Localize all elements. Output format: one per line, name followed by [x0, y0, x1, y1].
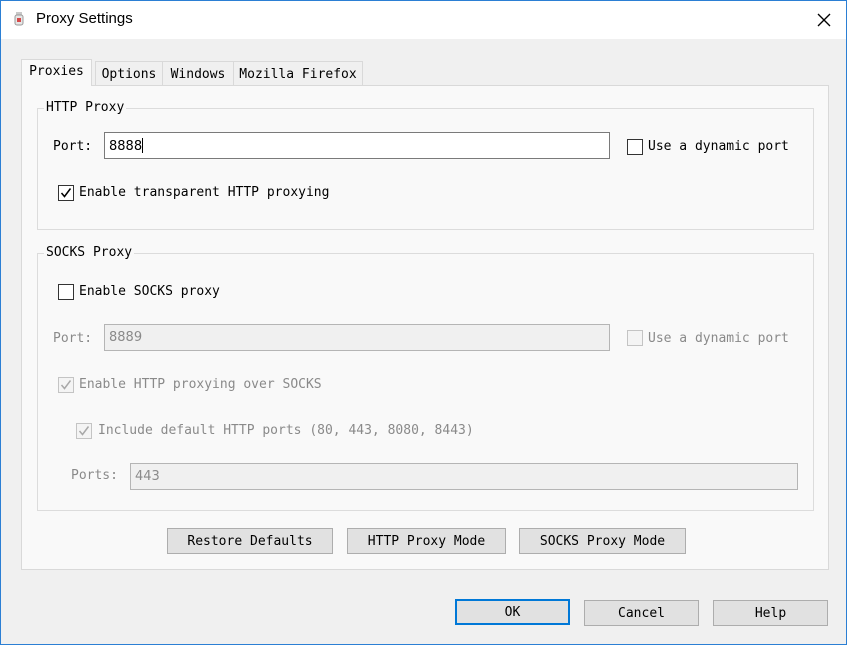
close-icon [817, 13, 831, 27]
tab-proxies[interactable]: Proxies [21, 59, 92, 86]
tab-windows[interactable]: Windows [162, 61, 234, 85]
help-button[interactable]: Help [713, 600, 828, 626]
http-proxy-group-title: HTTP Proxy [44, 100, 127, 115]
socks-dynamic-port-checkbox[interactable] [627, 330, 643, 346]
enable-socks-checkbox[interactable] [58, 284, 74, 300]
http-port-label: Port: [53, 139, 93, 154]
socks-proxy-group: SOCKS Proxy Enable SOCKS proxy Port: 888… [37, 245, 814, 511]
checkmark-icon [60, 380, 72, 390]
include-default-ports-checkbox[interactable] [76, 423, 92, 439]
text-caret [142, 138, 144, 153]
http-dynamic-port-label[interactable]: Use a dynamic port [648, 139, 789, 154]
socks-port-label: Port: [53, 331, 93, 346]
include-default-ports-label[interactable]: Include default HTTP ports (80, 443, 808… [98, 423, 474, 438]
socks-port-value: 8889 [109, 330, 143, 345]
ok-button[interactable]: OK [455, 599, 570, 625]
proxy-settings-window: Proxy Settings Proxies Options Windows M… [0, 0, 847, 645]
http-port-input[interactable]: 8888 [104, 132, 610, 159]
transparent-proxying-checkbox[interactable] [58, 185, 74, 201]
http-dynamic-port-checkbox[interactable] [627, 139, 643, 155]
checkmark-icon [78, 426, 90, 436]
restore-defaults-button[interactable]: Restore Defaults [167, 528, 333, 554]
proxies-tab-panel: HTTP Proxy Port: 8888 Use a dynamic port… [21, 85, 829, 570]
ports-input[interactable]: 443 [130, 463, 798, 490]
app-icon [14, 12, 24, 26]
close-button[interactable] [802, 1, 846, 39]
socks-port-input[interactable]: 8889 [104, 324, 610, 351]
http-proxy-group: HTTP Proxy Port: 8888 Use a dynamic port… [37, 100, 814, 230]
http-port-value: 8888 [109, 139, 143, 154]
ports-value: 443 [135, 469, 160, 484]
socks-dynamic-port-label[interactable]: Use a dynamic port [648, 331, 789, 346]
window-title: Proxy Settings [36, 10, 133, 27]
checkmark-icon [60, 188, 72, 198]
socks-proxy-group-title: SOCKS Proxy [44, 245, 135, 260]
cancel-button[interactable]: Cancel [584, 600, 699, 626]
tab-options[interactable]: Options [95, 61, 163, 85]
transparent-proxying-label[interactable]: Enable transparent HTTP proxying [79, 185, 329, 200]
tab-mozilla-firefox[interactable]: Mozilla Firefox [233, 61, 363, 85]
enable-socks-label[interactable]: Enable SOCKS proxy [79, 284, 220, 299]
ports-label: Ports: [71, 468, 118, 483]
http-proxy-mode-button[interactable]: HTTP Proxy Mode [347, 528, 506, 554]
socks-proxy-mode-button[interactable]: SOCKS Proxy Mode [519, 528, 686, 554]
title-bar[interactable]: Proxy Settings [1, 1, 846, 39]
http-over-socks-label[interactable]: Enable HTTP proxying over SOCKS [79, 377, 322, 392]
http-over-socks-checkbox[interactable] [58, 377, 74, 393]
